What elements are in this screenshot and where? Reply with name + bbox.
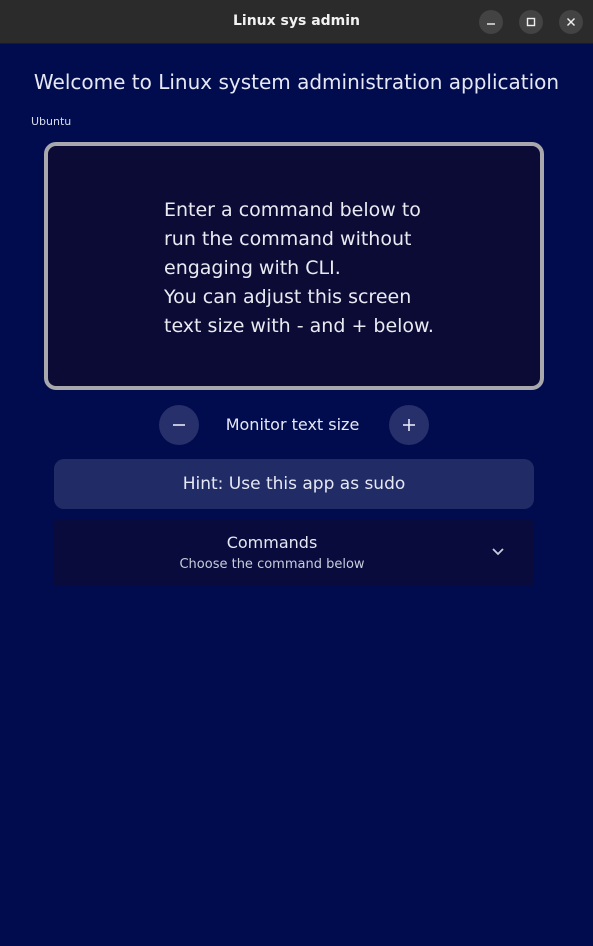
maximize-button[interactable] xyxy=(519,10,543,34)
window-title: Linux sys admin xyxy=(232,13,361,29)
sudo-hint-button[interactable]: Hint: Use this app as sudo xyxy=(54,459,534,509)
commands-subtitle: Choose the command below xyxy=(179,557,365,572)
plus-icon xyxy=(403,419,415,431)
monitor-text: Enter a command below to run the command… xyxy=(164,199,434,337)
minimize-button[interactable] xyxy=(479,10,503,34)
text-size-label: Monitor text size xyxy=(225,415,360,434)
title-bar[interactable]: Linux sys admin xyxy=(0,0,593,44)
minimize-icon xyxy=(487,23,495,25)
close-button[interactable] xyxy=(559,10,583,34)
commands-dropdown[interactable]: Commands Choose the command below xyxy=(54,519,534,585)
distro-label: Ubuntu xyxy=(31,115,72,128)
maximize-icon xyxy=(526,17,536,27)
minus-icon xyxy=(173,424,185,426)
chevron-down-icon xyxy=(492,548,504,556)
decrease-text-size-button[interactable] xyxy=(159,405,199,445)
welcome-heading: Welcome to Linux system administration a… xyxy=(33,70,560,94)
monitor-screen: Enter a command below to run the command… xyxy=(44,142,544,390)
app-window: Linux sys admin Welcome to Linux system … xyxy=(0,0,593,946)
close-icon xyxy=(567,18,575,26)
increase-text-size-button[interactable] xyxy=(389,405,429,445)
commands-title: Commands xyxy=(226,533,318,552)
